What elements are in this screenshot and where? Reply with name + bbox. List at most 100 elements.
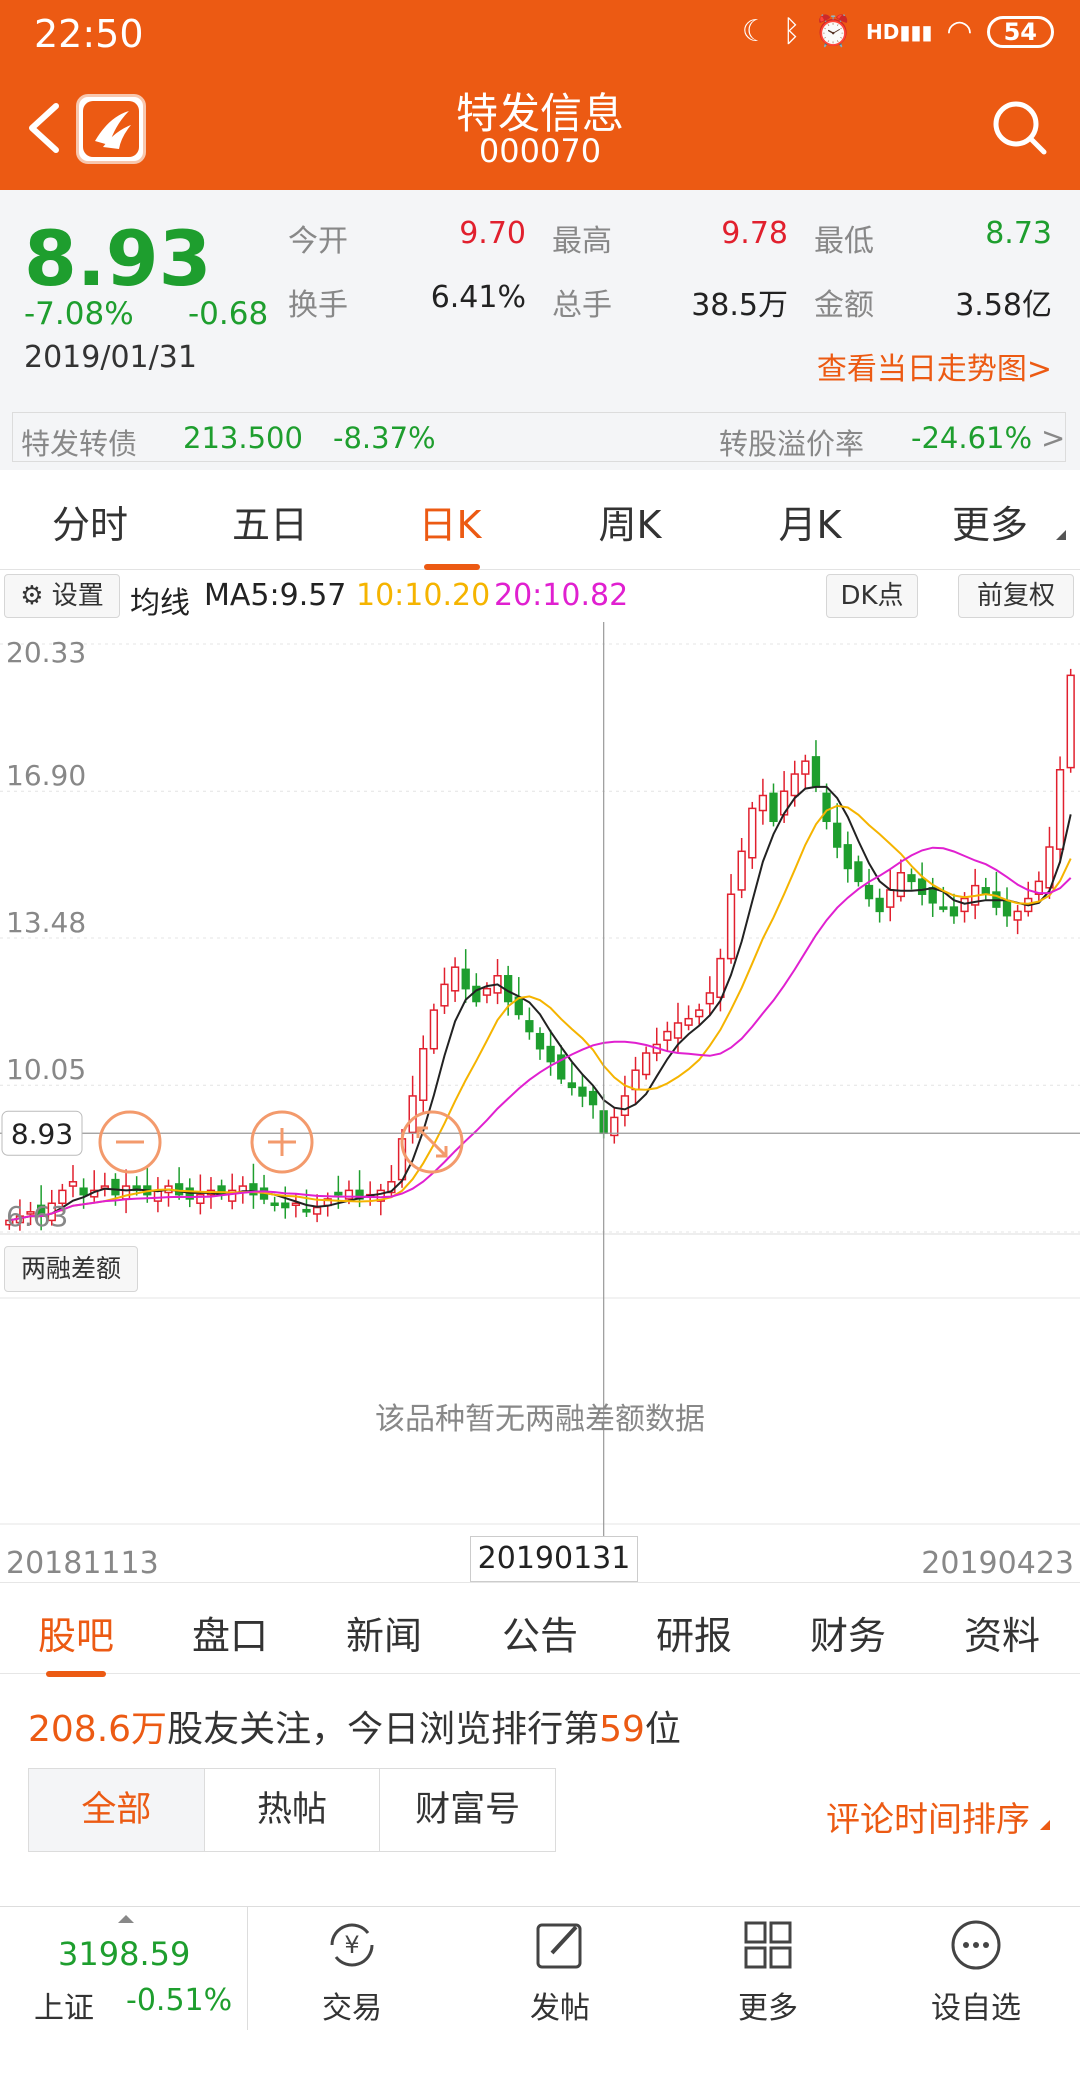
more-caret-icon <box>1056 530 1066 540</box>
tab-announcements[interactable]: 公告 <box>470 1605 610 1660</box>
candle-body <box>758 794 768 812</box>
margin-balance-button[interactable]: 两融差额 <box>4 1246 138 1292</box>
market-index-widget[interactable]: 3198.59 上证 -0.51% <box>0 1907 248 2031</box>
candle-body <box>1002 899 1012 917</box>
ma-title: 均线 <box>130 586 190 621</box>
tab-monthly-k[interactable]: 月K <box>740 494 880 549</box>
intraday-trend-link[interactable]: 查看当日走势图> <box>817 344 1052 388</box>
convertible-bond-bar[interactable]: 特发转债 213.500 -8.37% 转股溢价率 -24.61% > <box>12 412 1066 462</box>
high-label: 最高 <box>552 224 612 259</box>
candle-body <box>907 874 916 883</box>
tab-daily-k[interactable]: 日K <box>380 494 520 570</box>
open-label: 今开 <box>288 224 348 259</box>
candle-body <box>748 807 757 859</box>
candle-body <box>79 1187 88 1196</box>
ma10-value: 10:10.20 <box>356 578 491 613</box>
candle-body <box>949 906 959 917</box>
ma20-value: 20:10.82 <box>494 578 629 613</box>
low-value: 8.73 <box>985 216 1052 251</box>
stock-code: 000070 <box>478 132 602 170</box>
tab-news[interactable]: 新闻 <box>314 1605 454 1660</box>
candle-body <box>960 897 969 913</box>
status-time: 22:50 <box>34 12 144 56</box>
ma5-value: MA5:9.57 <box>204 578 347 613</box>
candle-body <box>334 1191 343 1196</box>
wifi-icon: ◠ <box>946 14 973 49</box>
bottom-navigation: 3198.59 上证 -0.51% ¥ 交易 发帖 更多 设自选 <box>0 1906 1080 2031</box>
nav-trade[interactable]: ¥ 交易 <box>252 1907 452 2031</box>
filter-fortune[interactable]: 财富号 <box>380 1769 555 1851</box>
candle-body <box>111 1178 120 1196</box>
nav-post[interactable]: 发帖 <box>460 1907 660 2031</box>
no-margin-data-message: 该品种暂无两融差额数据 <box>375 1402 705 1437</box>
chart-period-tabs: 分时 五日 日K 周K 月K 更多 <box>0 470 1080 570</box>
candle-body <box>939 906 948 910</box>
candle-body <box>875 897 884 913</box>
active-tab-indicator <box>46 1671 106 1677</box>
candle-body <box>896 872 906 898</box>
bond-price: 213.500 <box>183 421 303 455</box>
turnover-label: 换手 <box>288 288 348 323</box>
candle-body <box>281 1202 290 1209</box>
zoom-in-button[interactable] <box>250 1110 314 1174</box>
candle-body <box>461 968 470 990</box>
yen-refresh-icon: ¥ <box>330 1923 374 1967</box>
quote-date: 2019/01/31 <box>24 340 197 375</box>
tab-weekly-k[interactable]: 周K <box>560 494 700 549</box>
amount-value: 3.58亿 <box>955 288 1052 323</box>
nav-more[interactable]: 更多 <box>668 1907 868 2031</box>
tab-intraday[interactable]: 分时 <box>20 494 160 549</box>
tab-five-day[interactable]: 五日 <box>200 494 340 549</box>
candle-body <box>705 992 714 1005</box>
candle-body <box>854 861 863 883</box>
compose-icon <box>536 1923 582 1969</box>
filter-all[interactable]: 全部 <box>29 1769 205 1851</box>
tab-more[interactable]: 更多 <box>920 494 1060 549</box>
y-tick-label: 10.05 <box>6 1053 86 1086</box>
tab-order-book[interactable]: 盘口 <box>160 1605 300 1660</box>
tab-forum[interactable]: 股吧 <box>6 1605 146 1677</box>
bluetooth-icon: ᛒ <box>782 14 801 49</box>
app-header: 22:50 ☾ ᛒ ⏰ HD▮▮▮ ◠ 54 特发信息 000070 <box>0 0 1080 190</box>
gear-icon: ⚙ <box>20 581 44 611</box>
tab-profile[interactable]: 资料 <box>932 1605 1072 1660</box>
zoom-out-button[interactable] <box>98 1110 162 1174</box>
ellipsis-circle-icon <box>951 1920 1001 1970</box>
candle-body <box>641 1052 651 1076</box>
y-tick-label: 20.33 <box>6 636 86 669</box>
tab-research[interactable]: 研报 <box>624 1605 764 1660</box>
battery-icon: 54 <box>986 15 1054 48</box>
bond-name: 特发转债 <box>21 427 138 461</box>
sort-dropdown[interactable]: 评论时间排序 <box>826 1792 1030 1841</box>
tab-financials[interactable]: 财务 <box>778 1605 918 1660</box>
filter-hot[interactable]: 热帖 <box>205 1769 381 1851</box>
candle-body <box>68 1181 78 1187</box>
candle-body <box>833 822 842 848</box>
candle-body <box>174 1183 184 1196</box>
candle-body <box>578 1086 587 1097</box>
candle-body <box>737 850 746 891</box>
last-price: 8.93 <box>24 214 212 303</box>
dk-point-button[interactable]: DK点 <box>826 574 918 618</box>
turnover-value: 6.41% <box>430 280 526 315</box>
y-tick-label: 13.48 <box>6 906 86 939</box>
kline-chart[interactable]: 8.93 20.33 16.90 13.48 10.05 6.63 <box>0 622 1080 1582</box>
volume-label: 总手 <box>552 288 612 323</box>
fullscreen-button[interactable] <box>400 1110 464 1174</box>
follow-summary: 208.6万股友关注，今日浏览排行第59位 <box>28 1709 681 1750</box>
search-icon[interactable] <box>990 98 1050 158</box>
info-tabs: 股吧 盘口 新闻 公告 研报 财务 资料 <box>0 1582 1080 1677</box>
sort-caret-icon <box>1040 1820 1050 1830</box>
status-bar-icons: ☾ ᛒ ⏰ HD▮▮▮ ◠ 54 <box>742 14 1054 49</box>
adjust-button[interactable]: 前复权 <box>958 574 1074 618</box>
candle-body <box>790 773 799 797</box>
candle-body <box>450 966 460 992</box>
candle-body <box>567 1082 576 1089</box>
open-value: 9.70 <box>459 216 526 251</box>
settings-button[interactable]: ⚙ 设置 <box>4 574 120 618</box>
ma5-line <box>9 785 1072 1222</box>
y-tick-label: 16.90 <box>6 759 86 792</box>
moon-icon: ☾ <box>741 14 769 49</box>
nav-add-watchlist[interactable]: 设自选 <box>876 1907 1076 2031</box>
candle-body <box>673 1022 683 1039</box>
